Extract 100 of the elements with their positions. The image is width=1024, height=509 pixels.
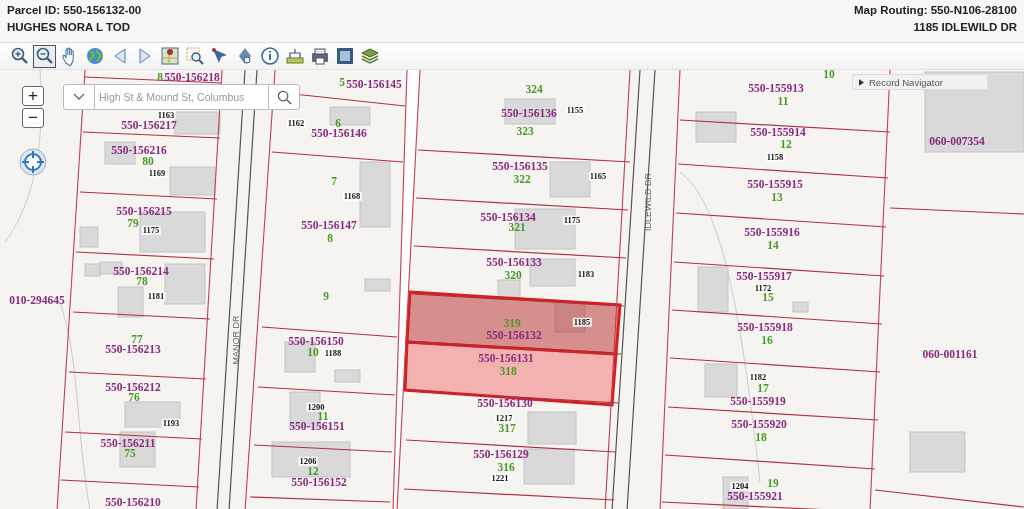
parcel-number-label: 550-156216 [111, 145, 167, 157]
parcel-number-label: 550-156214 [113, 266, 169, 278]
parcel-number-label: 550-156212 [105, 382, 161, 394]
parcel-number-label: 550-155919 [730, 396, 786, 408]
lot-number-label: 76 [128, 392, 140, 404]
parcel-number-label: 550-156152 [291, 477, 347, 489]
parcel-address: 1185 IDLEWILD DR [913, 20, 1017, 34]
zoom-box-icon [184, 46, 205, 66]
lot-number-label: 321 [508, 222, 526, 234]
lot-number-label: 19 [767, 478, 779, 490]
lot-number-label: 78 [136, 276, 148, 288]
caret-icon [73, 93, 85, 101]
parcel-number-label: 550-156132 [486, 330, 542, 342]
parcel-number-label: 550-156213 [105, 344, 161, 356]
map-pin-tool-button[interactable] [158, 44, 181, 68]
house-number-label: 1155 [565, 105, 585, 115]
layers-icon [359, 46, 380, 66]
lot-number-label: 317 [498, 423, 516, 435]
lot-number-label: 11 [777, 96, 789, 108]
lot-number-label: 14 [767, 240, 779, 252]
house-number-label: 1185 [572, 317, 592, 327]
house-number-label: 1206 [298, 456, 318, 466]
parcel-number-label: 550-156150 [288, 336, 344, 348]
lot-number-label: 16 [761, 335, 773, 347]
house-number-label: 1183 [576, 269, 596, 279]
zoom-in-button[interactable]: + [22, 86, 44, 106]
house-number-label: 1162 [286, 118, 306, 128]
parcel-number-label: 550-156145 [346, 79, 402, 91]
house-number-label: 1165 [588, 171, 608, 181]
parcel-number-label: 550-156210 [105, 497, 161, 509]
parcel-number-label: 550-156129 [473, 449, 529, 461]
lot-number-label: 322 [513, 174, 531, 186]
lot-number-label: 323 [516, 126, 534, 138]
lot-number-label: 17 [757, 383, 769, 395]
lot-number-label: 13 [771, 192, 783, 204]
parcel-number-label: 550-156211 [100, 438, 156, 450]
parcel-number-label: 550-156133 [486, 257, 542, 269]
lot-number-label: 10 [823, 70, 835, 81]
house-number-label: 1175 [562, 215, 582, 225]
parcel-number-label: 550-156215 [116, 206, 172, 218]
expand-triangle-icon [859, 78, 864, 86]
parcel-number-label: 550-155915 [747, 179, 803, 191]
house-number-label: 1181 [146, 291, 166, 301]
house-number-label: 1175 [141, 225, 161, 235]
house-number-label: 1221 [490, 473, 510, 483]
record-navigator-button[interactable]: Record Navigator [852, 74, 988, 90]
parcel-number-label: 550-156130 [477, 398, 533, 410]
lot-number-label: 319 [503, 318, 521, 330]
house-number-label: 1204 [730, 481, 750, 491]
parcel-number-label: 550-155920 [731, 419, 787, 431]
zoom-out-button[interactable]: − [22, 108, 44, 128]
info-tool-button[interactable] [258, 44, 281, 68]
info-icon [259, 46, 280, 66]
lot-number-label: 12 [307, 466, 319, 478]
parcel-number-label: 550-156217 [121, 120, 177, 132]
lot-number-label: 6 [335, 118, 341, 130]
owner-name: HUGHES NORA L TOD [7, 20, 132, 34]
parcel-number-label: 550-155918 [737, 322, 793, 334]
street-name-label: MANOR DR [231, 315, 241, 365]
lot-number-label: 15 [762, 292, 774, 304]
house-number-label: 1168 [342, 191, 362, 201]
house-number-label: 1182 [748, 372, 768, 382]
lot-number-label: 5 [339, 77, 345, 89]
parcel-number-label: 550-156135 [492, 161, 548, 173]
lot-number-label: 316 [497, 462, 515, 474]
frame-icon [334, 46, 355, 66]
parcel-number-label: 550-156218 [164, 72, 220, 84]
lot-number-label: 75 [124, 448, 136, 460]
parcel-number-label: 550-155916 [744, 227, 800, 239]
lot-number-label: 79 [127, 218, 139, 230]
parcel-number-label: 550-156151 [289, 421, 345, 433]
house-number-label: 1169 [147, 168, 167, 178]
parcel-number-label: 060-007354 [929, 136, 985, 148]
search-button[interactable] [268, 84, 300, 110]
parcel-number-label: 550-156146 [311, 128, 367, 140]
lot-number-label: 7 [331, 176, 337, 188]
house-number-label: 1200 [306, 402, 326, 412]
lot-number-label: 318 [499, 366, 517, 378]
lot-number-label: 324 [525, 84, 543, 96]
parcel-number-label: 550-156136 [501, 108, 557, 120]
parcel-number-label: 550-156131 [478, 353, 534, 365]
house-number-label: 1188 [323, 348, 343, 358]
printer-icon [309, 46, 330, 66]
lot-number-label: 12 [780, 139, 792, 151]
house-number-label: 1158 [765, 152, 785, 162]
search-field[interactable]: High St & Mound St, Columbus [95, 84, 268, 110]
parcel-number-label: 060-001161 [922, 349, 978, 361]
map-routing: Map Routing: 550-N106-28100 [854, 3, 1017, 17]
locate-crosshair-icon[interactable] [19, 148, 47, 176]
lot-number-label: 80 [142, 156, 154, 168]
zoom-out-tool-button[interactable] [33, 44, 56, 68]
lot-number-label: 10 [307, 347, 319, 359]
parcel-number-label: 010-294645 [9, 295, 65, 307]
parcel-number-label: 550-156134 [480, 212, 536, 224]
house-number-label: 1193 [161, 418, 181, 428]
lot-number-label: 77 [131, 334, 143, 346]
globe-icon [84, 46, 105, 66]
lot-number-label: 8 [327, 233, 333, 245]
house-number-label: 1217 [494, 413, 514, 423]
lot-number-label: 320 [504, 270, 522, 282]
